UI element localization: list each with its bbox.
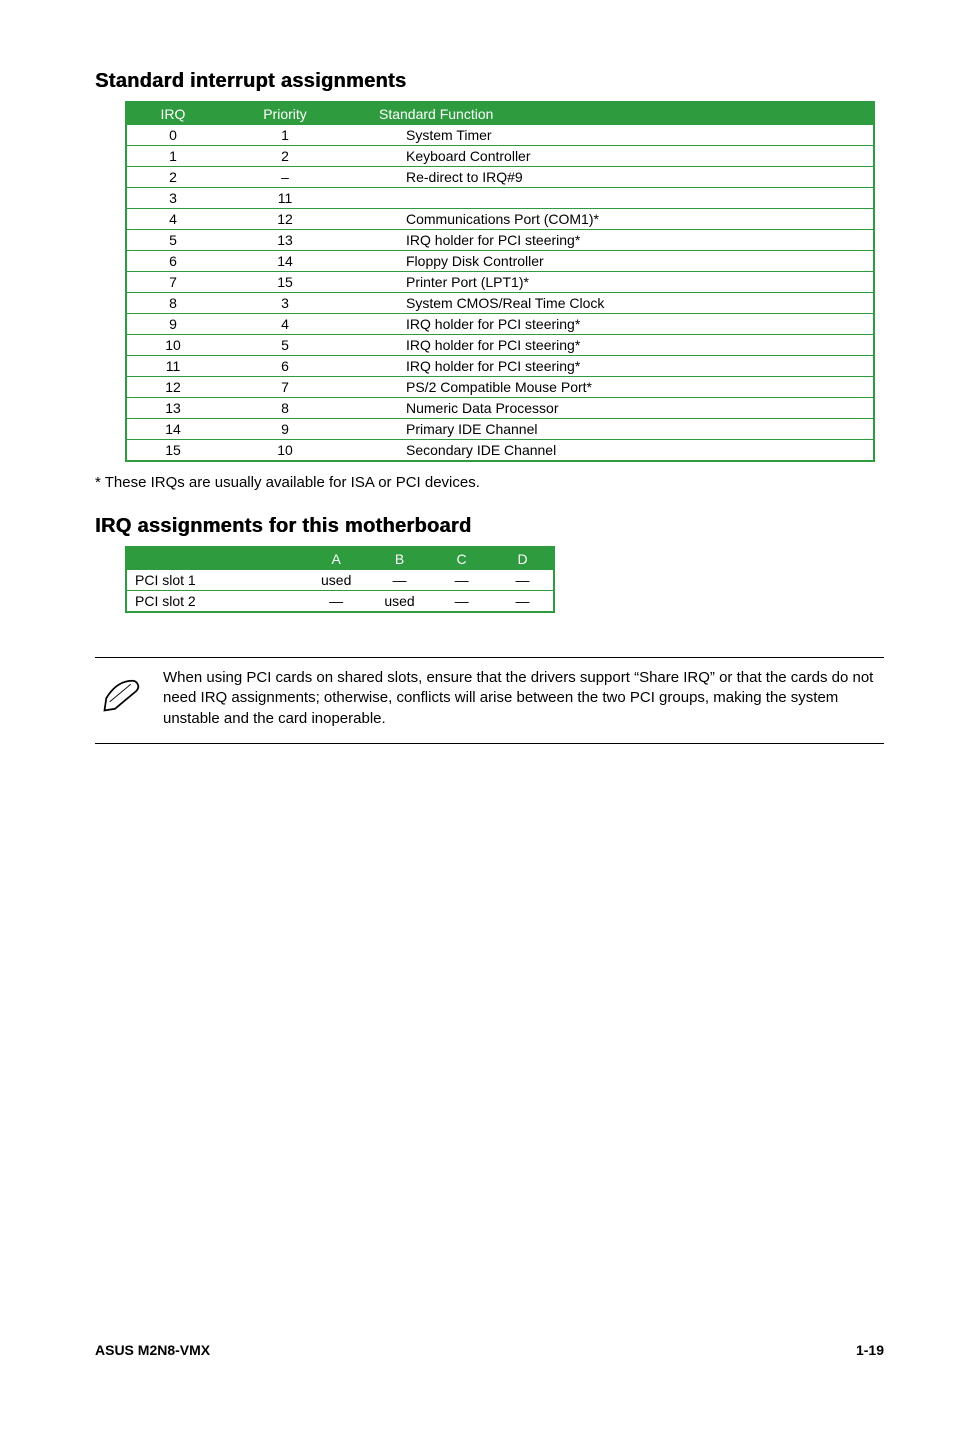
pci-col-c-header: C [431, 547, 492, 570]
function-cell: Re-direct to IRQ#9 [351, 167, 874, 188]
priority-cell: 15 [219, 272, 351, 293]
table-row: 94IRQ holder for PCI steering* [126, 314, 874, 335]
function-cell: Numeric Data Processor [351, 398, 874, 419]
irq-cell: 8 [126, 293, 219, 314]
table-row: PCI slot 2—used—— [126, 591, 554, 613]
pci-col-b-header: B [368, 547, 431, 570]
table-row: PCI slot 1used——— [126, 570, 554, 591]
irq-cell: 7 [126, 272, 219, 293]
table-row: 715Printer Port (LPT1)* [126, 272, 874, 293]
pci-slot-name: PCI slot 1 [126, 570, 305, 591]
irq-cell: 11 [126, 356, 219, 377]
pci-slot-name: PCI slot 2 [126, 591, 305, 613]
priority-cell: 9 [219, 419, 351, 440]
priority-cell: 14 [219, 251, 351, 272]
priority-cell: – [219, 167, 351, 188]
irq-cell: 5 [126, 230, 219, 251]
irq-footnote: * These IRQs are usually available for I… [95, 474, 884, 491]
priority-cell: 1 [219, 125, 351, 146]
irq-cell: 1 [126, 146, 219, 167]
pci-cell: used [368, 591, 431, 613]
function-cell: IRQ holder for PCI steering* [351, 335, 874, 356]
note-box: When using PCI cards on shared slots, en… [95, 657, 884, 744]
table-row: 412Communications Port (COM1)* [126, 209, 874, 230]
function-cell: Keyboard Controller [351, 146, 874, 167]
priority-cell: 8 [219, 398, 351, 419]
table-row: 149Primary IDE Channel [126, 419, 874, 440]
pci-cell: — [492, 570, 554, 591]
irq-cell: 3 [126, 188, 219, 209]
irq-cell: 10 [126, 335, 219, 356]
priority-cell: 12 [219, 209, 351, 230]
table-row: 116IRQ holder for PCI steering* [126, 356, 874, 377]
pci-cell: — [492, 591, 554, 613]
function-cell: PS/2 Compatible Mouse Port* [351, 377, 874, 398]
pci-cell: — [431, 570, 492, 591]
pci-cell: — [305, 591, 368, 613]
heading-irq-motherboard: IRQ assignments for this motherboard [95, 515, 884, 538]
table-row: 614Floppy Disk Controller [126, 251, 874, 272]
irq-cell: 2 [126, 167, 219, 188]
table-row: 1510Secondary IDE Channel [126, 440, 874, 462]
irq-cell: 13 [126, 398, 219, 419]
pci-col-d-header: D [492, 547, 554, 570]
pci-cell: — [431, 591, 492, 613]
note-text: When using PCI cards on shared slots, en… [163, 668, 878, 729]
pci-cell: used [305, 570, 368, 591]
function-cell: Secondary IDE Channel [351, 440, 874, 462]
irq-cell: 4 [126, 209, 219, 230]
footer-product: ASUS M2N8-VMX [95, 1342, 210, 1358]
function-cell: Communications Port (COM1)* [351, 209, 874, 230]
table-row: 311 [126, 188, 874, 209]
pci-blank-header [126, 547, 305, 570]
function-cell: System Timer [351, 125, 874, 146]
priority-col-header: Priority [219, 102, 351, 125]
function-cell: Floppy Disk Controller [351, 251, 874, 272]
priority-cell: 3 [219, 293, 351, 314]
irq-cell: 12 [126, 377, 219, 398]
priority-cell: 2 [219, 146, 351, 167]
table-row: 01System Timer [126, 125, 874, 146]
table-row: 127PS/2 Compatible Mouse Port* [126, 377, 874, 398]
priority-cell: 11 [219, 188, 351, 209]
table-row: 83System CMOS/Real Time Clock [126, 293, 874, 314]
irq-cell: 14 [126, 419, 219, 440]
irq-table: IRQ Priority Standard Function 01System … [125, 101, 875, 462]
function-cell: IRQ holder for PCI steering* [351, 230, 874, 251]
heading-standard-interrupt: Standard interrupt assignments [95, 70, 884, 93]
table-row: 105IRQ holder for PCI steering* [126, 335, 874, 356]
function-col-header: Standard Function [351, 102, 874, 125]
pci-cell: — [368, 570, 431, 591]
page-footer: ASUS M2N8-VMX 1-19 [95, 1342, 884, 1358]
pci-col-a-header: A [305, 547, 368, 570]
pci-table: A B C D PCI slot 1used———PCI slot 2—used… [125, 546, 555, 613]
irq-col-header: IRQ [126, 102, 219, 125]
table-row: 2–Re-direct to IRQ#9 [126, 167, 874, 188]
priority-cell: 4 [219, 314, 351, 335]
function-cell: IRQ holder for PCI steering* [351, 356, 874, 377]
priority-cell: 10 [219, 440, 351, 462]
table-row: 138Numeric Data Processor [126, 398, 874, 419]
function-cell: Printer Port (LPT1)* [351, 272, 874, 293]
priority-cell: 7 [219, 377, 351, 398]
irq-cell: 6 [126, 251, 219, 272]
priority-cell: 6 [219, 356, 351, 377]
table-row: 12Keyboard Controller [126, 146, 874, 167]
irq-cell: 9 [126, 314, 219, 335]
irq-cell: 0 [126, 125, 219, 146]
irq-cell: 15 [126, 440, 219, 462]
function-cell: Primary IDE Channel [351, 419, 874, 440]
function-cell [351, 188, 874, 209]
table-row: 513IRQ holder for PCI steering* [126, 230, 874, 251]
function-cell: System CMOS/Real Time Clock [351, 293, 874, 314]
pencil-icon [101, 672, 143, 717]
priority-cell: 5 [219, 335, 351, 356]
footer-page-number: 1-19 [856, 1342, 884, 1358]
function-cell: IRQ holder for PCI steering* [351, 314, 874, 335]
priority-cell: 13 [219, 230, 351, 251]
